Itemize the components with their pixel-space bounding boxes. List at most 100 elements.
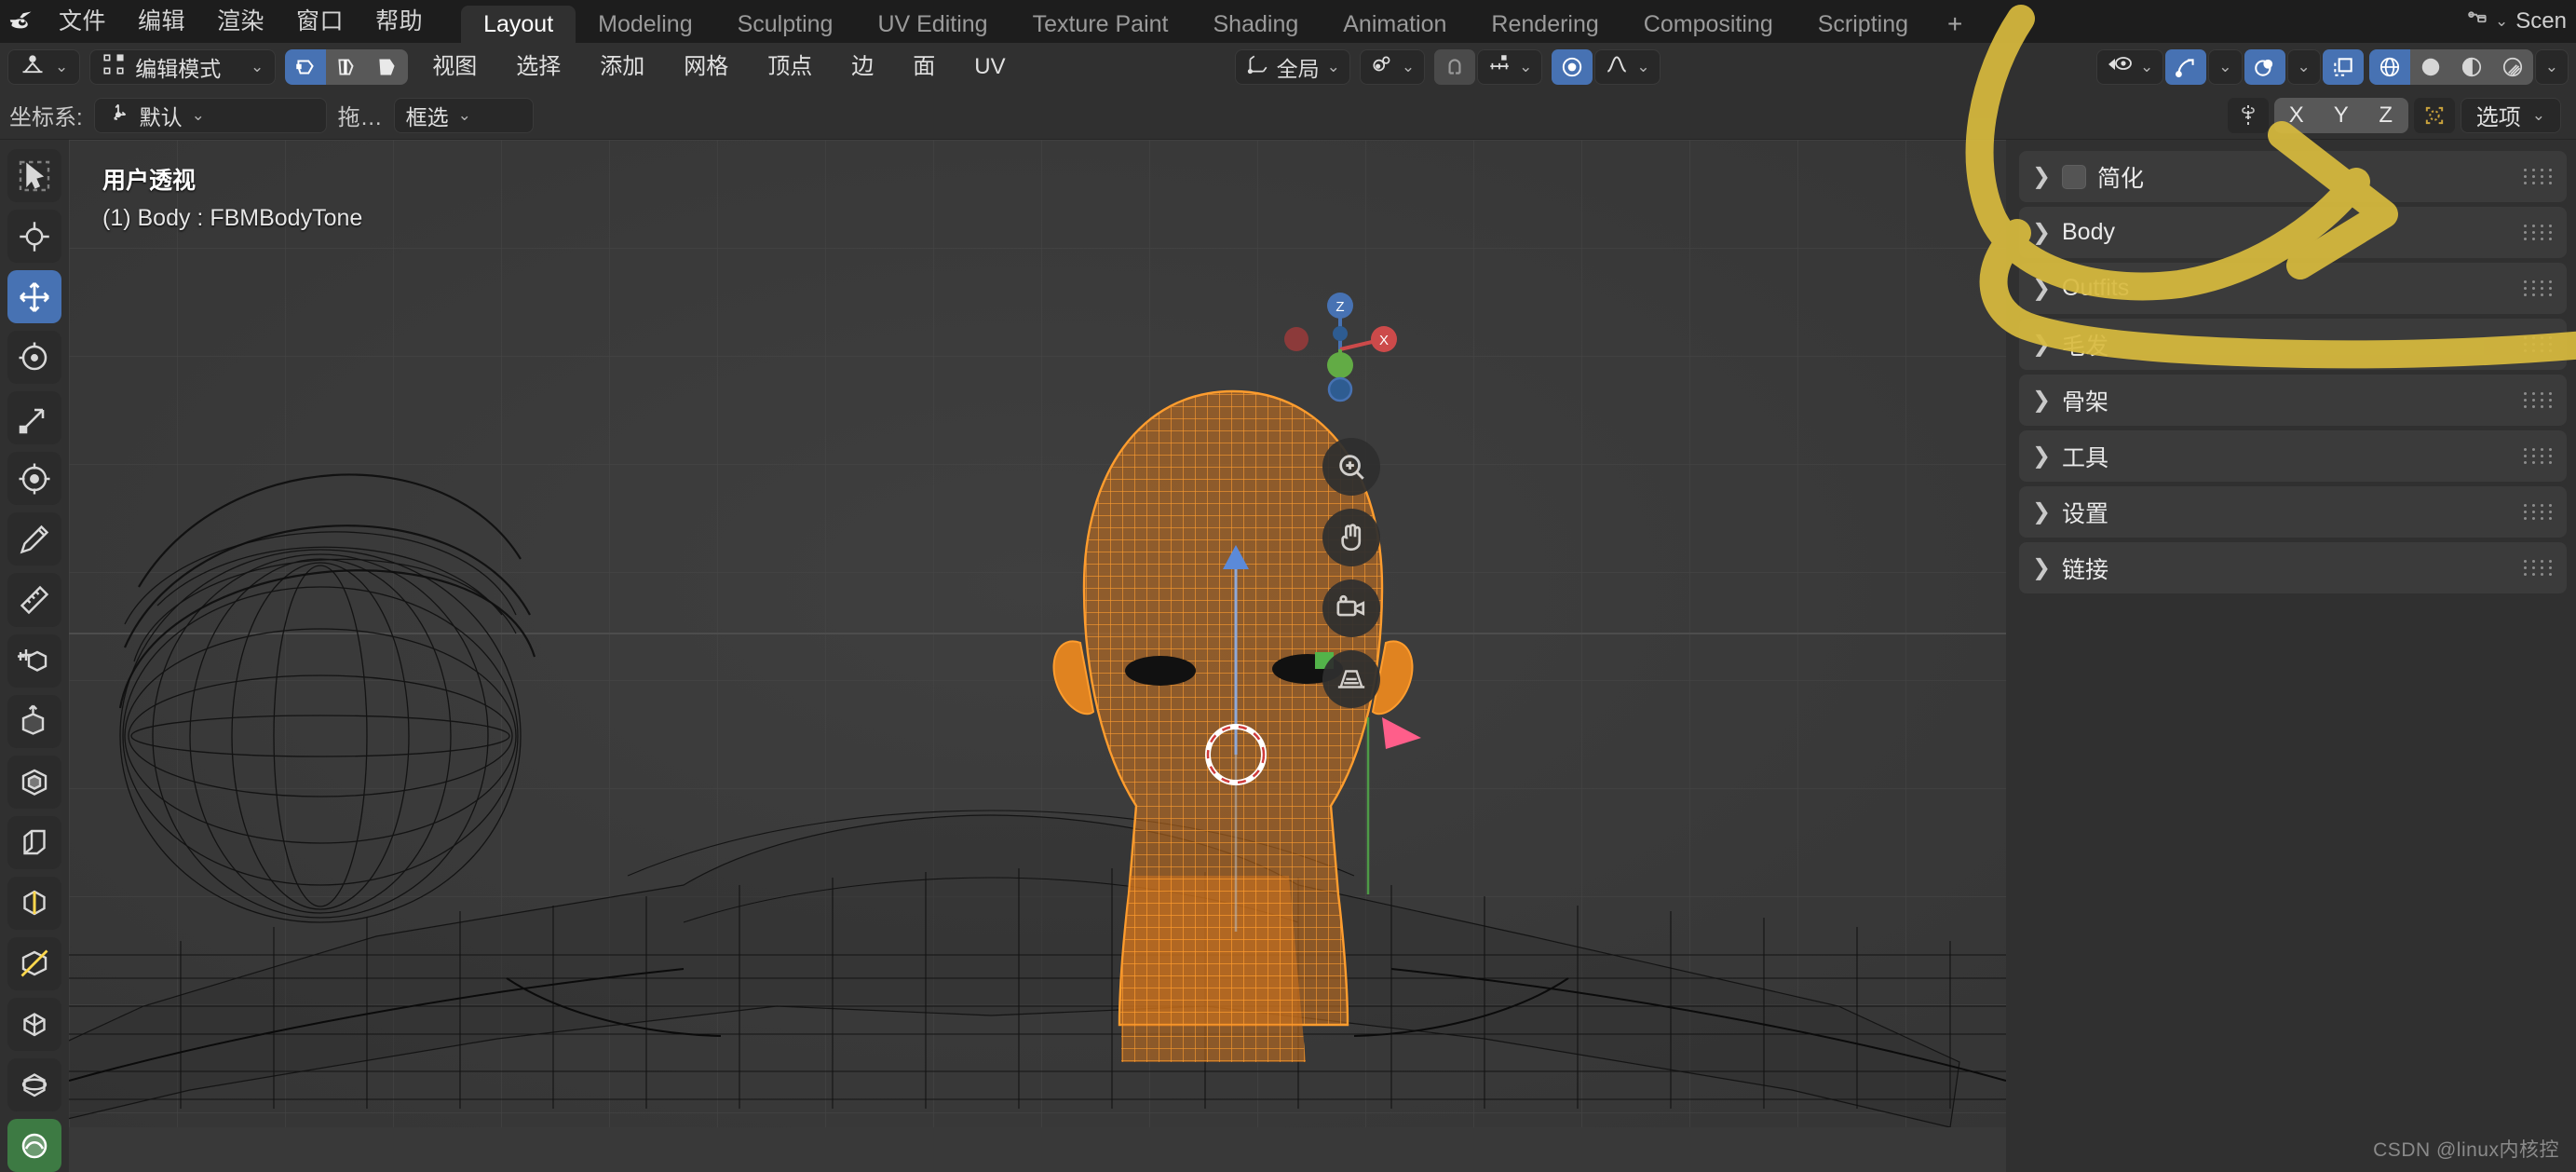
panel-row-body[interactable]: ❯ Body (2019, 207, 2567, 258)
scene-name-field[interactable]: Scen (2515, 8, 2567, 34)
overlay-options-selector[interactable]: ⌄ (2286, 49, 2321, 85)
add-cube-tool[interactable] (7, 634, 61, 688)
drag-handle-icon[interactable] (2524, 504, 2554, 520)
overlays-icon[interactable] (2244, 49, 2285, 85)
falloff-selector[interactable]: ⌄ (1594, 49, 1661, 85)
annotate-tool[interactable] (7, 512, 61, 566)
drag-action-label: 框选 (405, 104, 449, 129)
tab-texture-paint[interactable]: Texture Paint (1010, 6, 1191, 43)
tweak-tool[interactable] (7, 149, 61, 203)
tab-uv-editing[interactable]: UV Editing (855, 6, 1010, 43)
transform-tool[interactable] (7, 452, 61, 506)
loop-cut-tool[interactable] (7, 876, 61, 930)
navigation-gizmo[interactable]: Z X (1270, 279, 1410, 419)
tab-shading[interactable]: Shading (1191, 6, 1322, 43)
drag-handle-icon[interactable] (2524, 225, 2554, 240)
move-tool[interactable] (7, 270, 61, 324)
knife-tool[interactable] (7, 936, 61, 990)
menu-render[interactable]: 渲染 (201, 0, 280, 43)
transform-orientation-selector[interactable]: 全局 ⌄ (1234, 49, 1350, 85)
spin-tool[interactable] (7, 1057, 61, 1111)
rotate-tool[interactable] (7, 331, 61, 385)
drag-handle-icon[interactable] (2524, 169, 2554, 184)
mirror-axis-x[interactable]: X (2273, 97, 2319, 133)
tab-layout[interactable]: Layout (461, 6, 576, 43)
panel-row-armature[interactable]: ❯ 骨架 (2019, 375, 2567, 426)
tab-rendering[interactable]: Rendering (1469, 6, 1620, 43)
inset-faces-tool[interactable] (7, 755, 61, 809)
shading-wireframe-icon[interactable] (2368, 49, 2410, 85)
gizmo-icon[interactable] (2165, 49, 2207, 85)
shading-solid-icon[interactable] (2409, 49, 2451, 85)
camera-view-button[interactable] (1322, 579, 1380, 637)
drag-handle-icon[interactable] (2524, 392, 2554, 408)
menu-view[interactable]: 视图 (417, 43, 492, 91)
drag-handle-icon[interactable] (2524, 336, 2554, 352)
poly-build-tool[interactable] (7, 997, 61, 1051)
orientation-value-selector[interactable]: 默认 ⌄ (93, 97, 327, 133)
face-select-mode-button[interactable] (367, 49, 409, 85)
drag-handle-icon[interactable] (2524, 280, 2554, 296)
extrude-tool[interactable] (7, 694, 61, 748)
proportional-on-icon[interactable] (1552, 49, 1593, 85)
menu-select[interactable]: 选择 (501, 43, 576, 91)
panel-row-hair[interactable]: ❯ 毛发 (2019, 319, 2567, 370)
gizmo-options-selector[interactable]: ⌄ (2208, 49, 2243, 85)
pan-view-button[interactable] (1322, 509, 1380, 566)
panel-row-link[interactable]: ❯ 链接 (2019, 542, 2567, 593)
object-visibility-selector[interactable]: ⌄ (2096, 49, 2164, 85)
panel-row-settings[interactable]: ❯ 设置 (2019, 486, 2567, 538)
drag-handle-icon[interactable] (2524, 560, 2554, 576)
edge-select-mode-button[interactable] (326, 49, 368, 85)
properties-scrollbar[interactable] (2561, 140, 2576, 1172)
measure-tool[interactable] (7, 573, 61, 627)
interaction-mode-selector[interactable]: 编辑模式 ⌄ (89, 49, 277, 85)
shading-material-icon[interactable] (2450, 49, 2492, 85)
mirror-icon[interactable] (2227, 97, 2269, 133)
mirror-axis-z[interactable]: Z (2363, 97, 2408, 133)
mirror-axis-y[interactable]: Y (2318, 97, 2364, 133)
tab-compositing[interactable]: Compositing (1621, 6, 1796, 43)
blender-logo-icon[interactable] (0, 0, 43, 43)
menu-add[interactable]: 添加 (585, 43, 659, 91)
snap-to-selector[interactable]: ⌄ (1477, 49, 1543, 85)
tab-animation[interactable]: Animation (1321, 6, 1469, 43)
editor-type-selector[interactable]: ⌄ (7, 49, 81, 85)
tab-modeling[interactable]: Modeling (576, 6, 714, 43)
tab-sculpting[interactable]: Sculpting (715, 6, 856, 43)
panel-row-tools[interactable]: ❯ 工具 (2019, 430, 2567, 482)
bevel-tool[interactable] (7, 815, 61, 869)
tab-add-workspace[interactable]: + (1931, 6, 1979, 43)
smooth-tool[interactable] (7, 1119, 61, 1172)
menu-edge[interactable]: 边 (836, 43, 888, 91)
shading-options-selector[interactable]: ⌄ (2534, 49, 2569, 85)
cursor-tool[interactable] (7, 210, 61, 264)
3d-viewport[interactable]: 用户透视 (1) Body : FBMBodyTone Z X (69, 140, 2006, 1172)
pivot-point-selector[interactable]: ⌄ (1359, 49, 1426, 85)
menu-file[interactable]: 文件 (43, 0, 122, 43)
snap-target-icon[interactable] (2413, 97, 2455, 133)
vertex-select-mode-button[interactable] (285, 49, 327, 85)
drag-handle-icon[interactable] (2524, 448, 2554, 464)
tab-scripting[interactable]: Scripting (1796, 6, 1931, 43)
panel-row-outfits[interactable]: ❯ Outfits (2019, 263, 2567, 314)
snap-magnet-icon[interactable] (1434, 49, 1476, 85)
options-menu-button[interactable]: 选项 ⌄ (2460, 97, 2561, 133)
menu-face[interactable]: 面 (898, 43, 950, 91)
scene-selector[interactable]: ⌄ (2465, 7, 2508, 37)
toggle-perspective-button[interactable] (1322, 650, 1380, 708)
shading-rendered-icon[interactable] (2491, 49, 2533, 85)
menu-uv[interactable]: UV (959, 43, 1020, 91)
panel-row-simplify[interactable]: ❯ 简化 (2019, 151, 2567, 202)
drag-chevron-icon: ⌄ (457, 105, 471, 124)
drag-action-selector[interactable]: 框选 ⌄ (393, 97, 534, 133)
zoom-view-button[interactable] (1322, 438, 1380, 496)
menu-help[interactable]: 帮助 (359, 0, 439, 43)
menu-window[interactable]: 窗口 (280, 0, 359, 43)
menu-edit[interactable]: 编辑 (122, 0, 201, 43)
simplify-checkbox[interactable] (2062, 164, 2086, 189)
menu-mesh[interactable]: 网格 (669, 43, 743, 91)
xray-toggle-icon[interactable] (2322, 49, 2364, 85)
scale-tool[interactable] (7, 391, 61, 445)
menu-vertex[interactable]: 顶点 (752, 43, 827, 91)
